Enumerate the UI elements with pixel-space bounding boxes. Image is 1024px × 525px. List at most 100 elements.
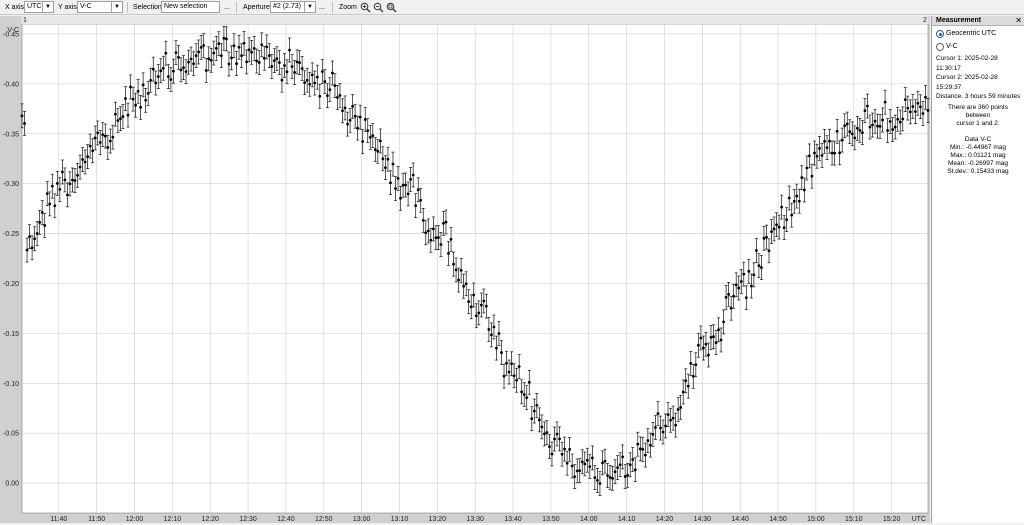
- point-marker: [169, 78, 173, 81]
- selection-more-button[interactable]: ...: [224, 0, 230, 15]
- point-marker: [543, 432, 546, 436]
- point-marker: [381, 157, 385, 161]
- point-marker: [479, 303, 483, 307]
- point-marker: [371, 134, 375, 138]
- point-marker: [487, 328, 491, 331]
- point-marker: [250, 50, 254, 54]
- light-curve-plot[interactable]: 12 11:40 11:50 12:00 12:10 12:20 12:30 12:40 12…: [0, 16, 930, 523]
- point-marker: [573, 475, 577, 479]
- point-marker: [207, 57, 211, 61]
- point-marker: [172, 69, 175, 73]
- point-marker: [214, 47, 218, 50]
- point-marker: [714, 341, 718, 345]
- point-marker: [775, 223, 778, 227]
- selection-field[interactable]: New selection: [161, 1, 220, 13]
- point-marker: [886, 129, 890, 132]
- point-marker: [722, 320, 725, 324]
- point-marker: [242, 41, 246, 45]
- close-icon[interactable]: ✕: [1015, 16, 1022, 25]
- aperture-more-button[interactable]: ...: [319, 0, 325, 15]
- point-marker: [558, 437, 561, 441]
- point-marker: [247, 48, 251, 52]
- point-marker: [530, 417, 534, 421]
- radio-geocentric-utc[interactable]: Geocentric UTC: [932, 28, 1024, 39]
- point-marker: [129, 85, 132, 89]
- point-marker: [525, 396, 529, 400]
- point-marker: [797, 199, 801, 203]
- yaxis-select[interactable]: V-C ▼: [77, 1, 123, 13]
- cursor-strip: [21, 16, 929, 24]
- point-marker: [679, 405, 683, 409]
- point-marker: [919, 105, 922, 109]
- xaxis-label: X axis: [5, 4, 25, 11]
- point-marker: [790, 213, 794, 217]
- point-marker: [813, 151, 816, 155]
- xaxis-select[interactable]: UTC ▼: [24, 1, 54, 13]
- point-marker: [348, 118, 352, 122]
- point-marker: [780, 205, 784, 209]
- point-marker: [782, 226, 786, 230]
- point-marker: [845, 122, 849, 126]
- point-marker: [197, 50, 201, 54]
- point-marker: [328, 88, 332, 92]
- point-marker: [194, 54, 198, 58]
- point-marker: [320, 70, 324, 73]
- point-marker: [588, 465, 592, 469]
- chart-svg[interactable]: 12 11:40 11:50 12:00 12:10 12:20 12:30 12:40 12…: [0, 16, 930, 523]
- point-marker: [643, 453, 647, 457]
- point-marker: [447, 252, 450, 255]
- point-marker: [156, 75, 160, 78]
- aperture-label: Aperture: [243, 4, 270, 11]
- y-axis-label: V-C: [7, 27, 19, 34]
- point-marker: [409, 178, 413, 181]
- y-tick-label: -0.10: [3, 381, 19, 388]
- x-tick-label: 13:30: [466, 516, 484, 523]
- point-marker: [785, 218, 789, 222]
- point-marker: [815, 154, 819, 158]
- point-marker: [318, 94, 322, 98]
- x-tick-label: 12:10: [164, 516, 182, 523]
- point-marker: [606, 474, 609, 477]
- point-marker: [88, 144, 92, 148]
- point-marker: [770, 230, 773, 234]
- point-marker: [618, 463, 622, 467]
- x-tick-label: 12:40: [277, 516, 295, 523]
- aperture-select[interactable]: #2 (2.73) ▼: [270, 1, 316, 13]
- point-marker: [903, 98, 907, 101]
- point-marker: [719, 338, 723, 342]
- point-marker: [712, 335, 715, 339]
- point-marker: [565, 461, 569, 465]
- radio-vc[interactable]: V-C: [932, 41, 1024, 52]
- y-tick-label: -0.35: [3, 131, 19, 138]
- zoom-in-icon[interactable]: [360, 2, 371, 13]
- point-marker: [666, 413, 670, 417]
- point-marker: [881, 118, 884, 122]
- zoom-out-icon[interactable]: [373, 2, 384, 13]
- point-marker: [227, 62, 231, 66]
- x-tick-label: 15:00: [807, 516, 825, 523]
- point-marker: [760, 266, 763, 269]
- point-marker: [81, 158, 84, 161]
- point-marker: [563, 447, 566, 451]
- stat-min: Min.: -0.44967 mag: [949, 143, 1006, 151]
- point-marker: [555, 432, 559, 436]
- x-tick-label: 13:40: [504, 516, 522, 523]
- point-marker: [159, 69, 163, 73]
- point-marker: [285, 70, 289, 74]
- point-marker: [633, 468, 637, 472]
- zoom-fit-icon[interactable]: [386, 2, 397, 13]
- yaxis-select-value: V-C: [80, 3, 92, 10]
- point-marker: [616, 466, 619, 469]
- point-marker: [419, 198, 423, 202]
- cursor2-time: Cursor 2: 2025-02-28 15:29:37: [936, 74, 998, 91]
- point-marker: [893, 125, 897, 129]
- chart-background: 12: [0, 16, 930, 523]
- point-marker: [853, 136, 857, 140]
- point-marker: [833, 151, 837, 155]
- stat-max: Max.: 0.01121 mag: [950, 151, 1006, 159]
- point-marker: [399, 196, 402, 200]
- point-marker: [98, 141, 102, 144]
- x-tick-label: 14:50: [769, 516, 787, 523]
- point-marker: [177, 55, 180, 59]
- point-marker: [86, 155, 90, 159]
